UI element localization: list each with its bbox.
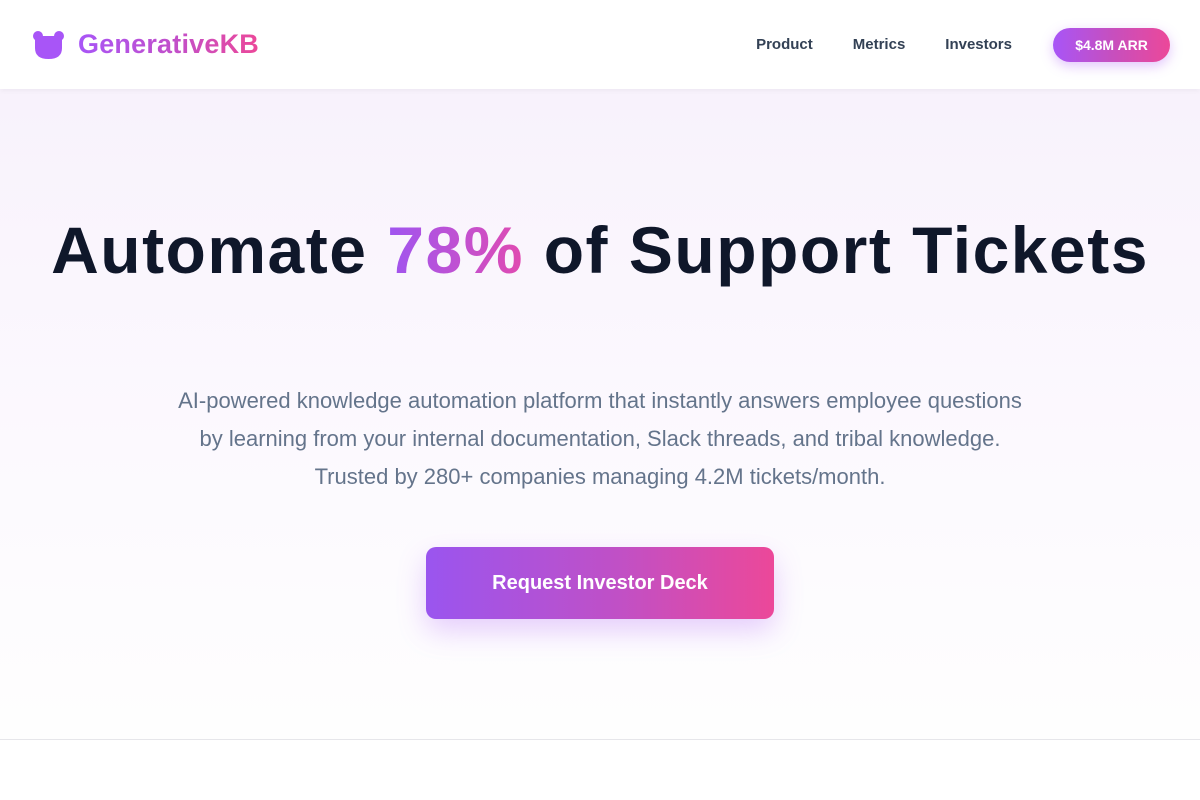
nav-link-metrics[interactable]: Metrics — [853, 36, 906, 53]
site-header: GenerativeKB Product Metrics Investors $… — [0, 0, 1200, 89]
nav-link-investors[interactable]: Investors — [945, 36, 1012, 53]
arr-badge[interactable]: $4.8M ARR — [1053, 27, 1170, 62]
hero-title-before: Automate — [51, 213, 388, 287]
hero-subtitle: AI-powered knowledge automation platform… — [178, 388, 1022, 489]
hero-section: Automate 78% of Support Tickets AI-power… — [0, 89, 1200, 740]
nav-link-product[interactable]: Product — [756, 36, 813, 53]
hero-title: Automate 78% of Support Tickets — [0, 214, 1200, 286]
hero-title-after: of Support Tickets — [523, 213, 1149, 287]
bear-icon — [33, 30, 64, 59]
brand-name: GenerativeKB — [78, 29, 259, 59]
below-fold-section — [0, 741, 1200, 800]
brand-logo-link[interactable]: GenerativeKB — [32, 29, 259, 60]
main-nav: Product Metrics Investors $4.8M ARR — [756, 27, 1170, 62]
hero-title-highlight: 78% — [387, 213, 524, 287]
request-investor-deck-button[interactable]: Request Investor Deck — [426, 547, 774, 619]
